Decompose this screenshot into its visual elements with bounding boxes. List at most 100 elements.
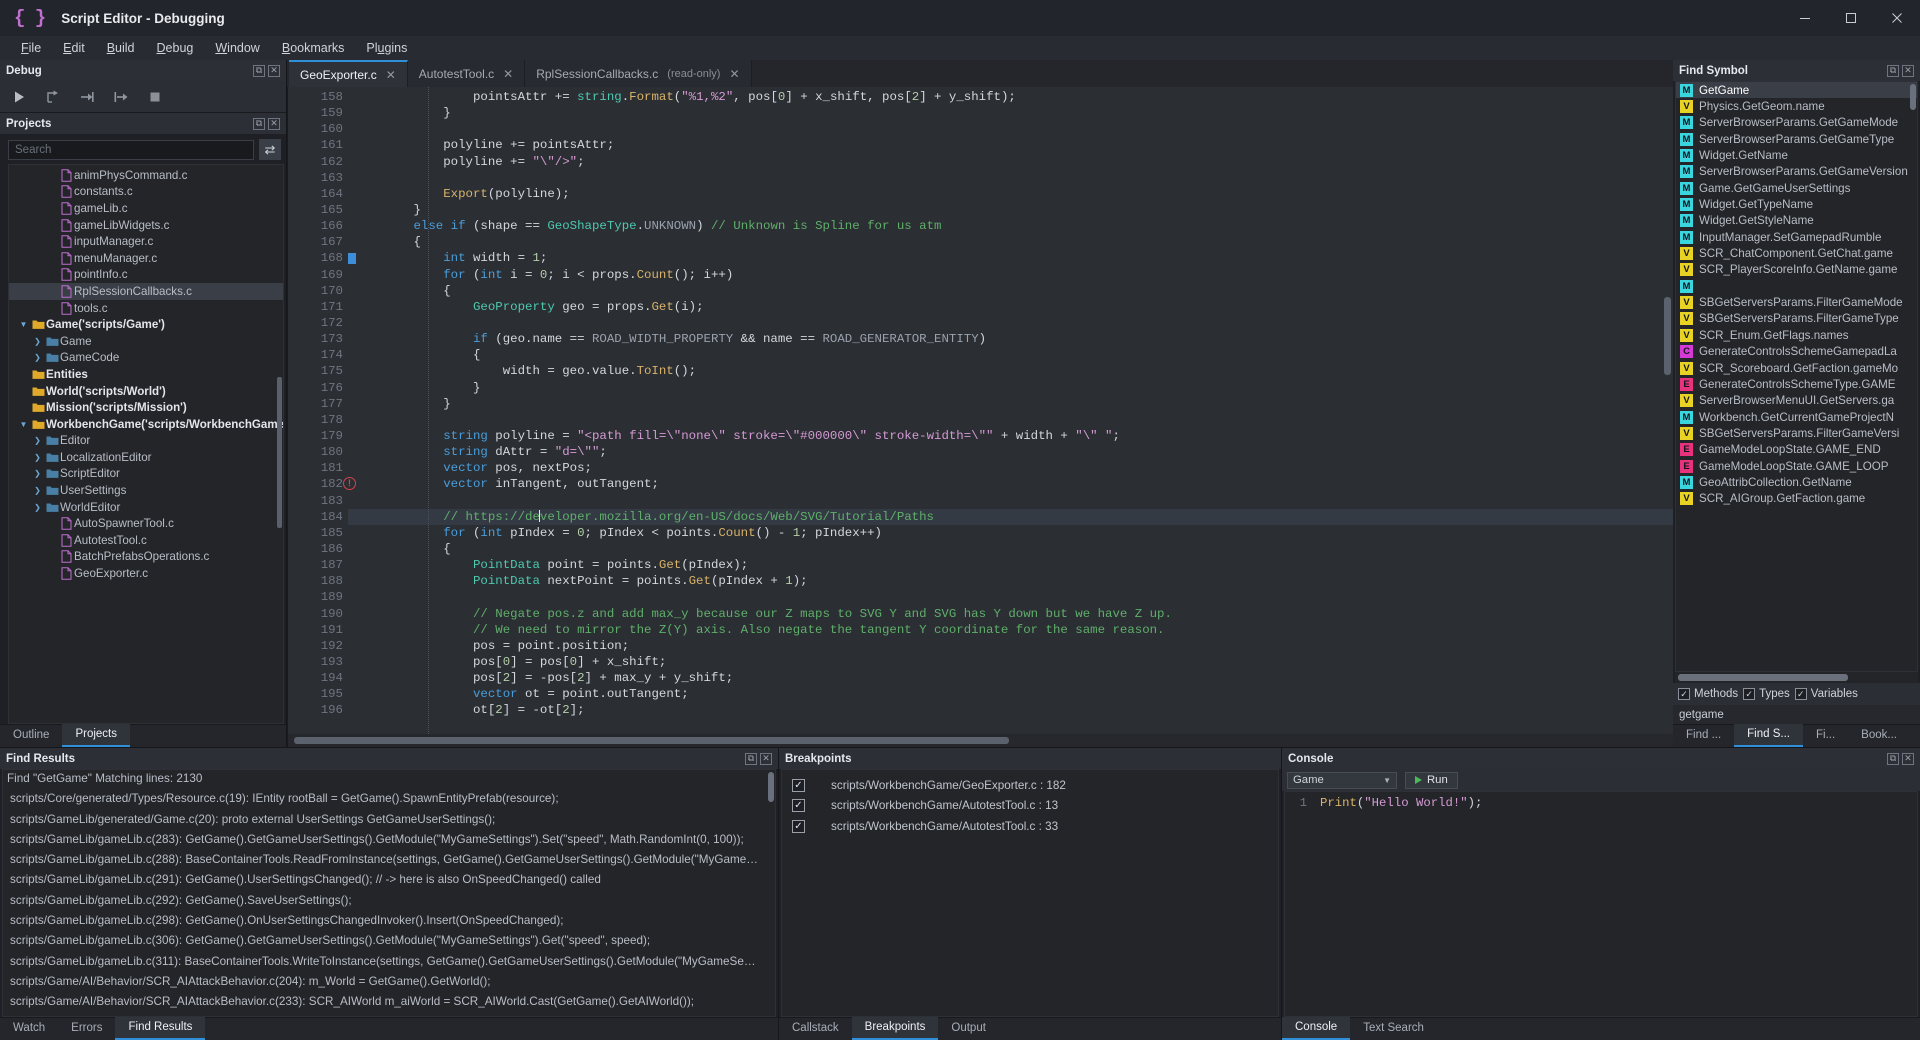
code-line[interactable]: } [348, 105, 1673, 121]
tree-item[interactable]: constants.c [9, 184, 283, 201]
code-line[interactable]: polyline += "\"/>"; [348, 154, 1673, 170]
console-target-select[interactable]: Game ▼ [1287, 772, 1397, 789]
tab-breakpoints[interactable]: Breakpoints [852, 1017, 939, 1040]
close-button[interactable] [1874, 0, 1920, 36]
find-result-row[interactable]: scripts/GameLib/gameLib.c(292): GetGame(… [3, 894, 775, 914]
tree-item[interactable]: ❯UserSettings [9, 482, 283, 499]
code-line[interactable]: vector ot = point.outTangent; [348, 686, 1673, 702]
menu-edit[interactable]: Edit [52, 39, 96, 57]
code-line[interactable] [348, 589, 1673, 605]
step-into-icon[interactable] [76, 86, 98, 108]
symbol-item[interactable]: MWidget.GetName [1676, 147, 1917, 163]
twisty-icon[interactable]: ▼ [17, 320, 30, 329]
tab-find-symbol[interactable]: Find S... [1734, 724, 1803, 747]
tree-item[interactable]: World('scripts/World') [9, 383, 283, 400]
tree-scrollbar[interactable] [277, 377, 282, 528]
tree-item[interactable]: ❯ScriptEditor [9, 466, 283, 483]
find-result-row[interactable]: scripts/Game/AI/Behavior/SCR_AIAttackBeh… [3, 975, 775, 995]
checkbox-icon[interactable]: ✓ [1795, 688, 1807, 700]
code-line[interactable]: for (int pIndex = 0; pIndex < points.Cou… [348, 525, 1673, 541]
symbol-item[interactable]: EGameModeLoopState.GAME_LOOP [1676, 458, 1917, 474]
tree-item[interactable]: gameLibWidgets.c [9, 217, 283, 234]
code-line[interactable]: Export(polyline); [348, 186, 1673, 202]
code-line[interactable]: { [348, 347, 1673, 363]
find-results-list[interactable]: Find "GetGame" Matching lines: 2130 scri… [2, 769, 776, 1017]
close-icon[interactable]: ✕ [503, 67, 513, 81]
code-line[interactable]: pos[2] = -pos[2] + max_y + y_shift; [348, 670, 1673, 686]
breakpoint-gutter[interactable] [288, 87, 301, 734]
code-area[interactable]: 1581591601611621631641651661671681691701… [301, 87, 1673, 734]
step-out-icon[interactable] [110, 86, 132, 108]
symbol-item[interactable]: MGeoAttribCollection.GetName [1676, 474, 1917, 490]
symbol-item[interactable]: MWorkbench.GetCurrentGameProjectN [1676, 409, 1917, 425]
breakpoint-row[interactable]: ✓scripts/WorkbenchGame/AutotestTool.c : … [782, 796, 1278, 817]
code-line[interactable] [348, 315, 1673, 331]
tab-watch[interactable]: Watch [0, 1017, 58, 1040]
find-result-row[interactable]: scripts/GameLib/gameLib.c(291): GetGame(… [3, 873, 775, 893]
symbol-item[interactable]: M [1676, 278, 1917, 294]
code-line[interactable]: string polyline = "<path fill=\"none\" s… [348, 428, 1673, 444]
tree-item[interactable]: tools.c [9, 300, 283, 317]
find-result-row[interactable]: scripts/GameLib/gameLib.c(298): GetGame(… [3, 914, 775, 934]
editor-horizontal-scrollbar[interactable] [294, 737, 1009, 744]
symbol-item[interactable]: VSCR_Enum.GetFlags.names [1676, 327, 1917, 343]
tree-item[interactable]: GeoExporter.c [9, 565, 283, 582]
find-result-row[interactable]: scripts/Game/AI/Behavior/SCR_AIAttackBeh… [3, 1016, 775, 1017]
find-result-row[interactable]: scripts/GameLib/gameLib.c(288): BaseCont… [3, 853, 775, 873]
swap-icon[interactable]: ⇄ [259, 139, 281, 160]
tab-projects[interactable]: Projects [62, 724, 130, 747]
twisty-icon[interactable]: ❯ [31, 486, 44, 495]
tree-item[interactable]: ❯GameCode [9, 350, 283, 367]
code-line[interactable]: // We need to mirror the Z(Y) axis. Also… [348, 622, 1673, 638]
symbol-item[interactable]: VSCR_PlayerScoreInfo.GetName.game [1676, 262, 1917, 278]
tree-item[interactable]: Mission('scripts/Mission') [9, 399, 283, 416]
filter-methods[interactable]: ✓ Methods [1678, 688, 1738, 700]
breakpoints-list[interactable]: ✓scripts/WorkbenchGame/GeoExporter.c : 1… [781, 769, 1279, 1017]
symbol-item[interactable]: VServerBrowserMenuUI.GetServers.ga [1676, 393, 1917, 409]
find-results-scrollbar[interactable] [768, 772, 774, 802]
close-icon[interactable]: ✕ [760, 753, 772, 765]
find-result-row[interactable]: scripts/GameLib/gameLib.c(306): GetGame(… [3, 934, 775, 954]
code-line[interactable]: PointData nextPoint = points.Get(pIndex … [348, 573, 1673, 589]
run-button[interactable]: Run [1405, 772, 1458, 789]
symbol-item[interactable]: MWidget.GetStyleName [1676, 213, 1917, 229]
code-line[interactable]: pos = point.position; [348, 638, 1673, 654]
code-line[interactable]: vector inTangent, outTangent; [348, 476, 1673, 492]
float-icon[interactable]: ⧉ [745, 753, 757, 765]
symbol-item[interactable]: VSCR_AIGroup.GetFaction.game [1676, 491, 1917, 507]
symbol-item[interactable]: EGameModeLoopState.GAME_END [1676, 442, 1917, 458]
tree-item[interactable]: ❯Game [9, 333, 283, 350]
project-tree[interactable]: animPhysCommand.cconstants.cgameLib.cgam… [8, 164, 284, 724]
menu-plugins[interactable]: Plugins [355, 39, 418, 57]
code-line[interactable]: { [348, 283, 1673, 299]
symbol-list-vertical-scrollbar[interactable] [1910, 84, 1916, 110]
code-editor[interactable]: 1581591601611621631641651661671681691701… [287, 87, 1673, 734]
twisty-icon[interactable]: ❯ [31, 503, 44, 512]
code-line[interactable]: // Negate pos.z and add max_y because ou… [348, 606, 1673, 622]
console-code-line[interactable]: Print("Hello World!"); [1320, 796, 1917, 810]
menu-build[interactable]: Build [96, 39, 146, 57]
tab-callstack[interactable]: Callstack [779, 1017, 852, 1040]
symbol-item[interactable]: VSCR_Scoreboard.GetFaction.gameMo [1676, 360, 1917, 376]
twisty-icon[interactable]: ❯ [31, 469, 44, 478]
symbol-list-horizontal-scrollbar[interactable] [1678, 674, 1848, 681]
tree-item[interactable]: ▼Game('scripts/Game') [9, 316, 283, 333]
tab-files[interactable]: Fi... [1803, 724, 1848, 747]
menu-debug[interactable]: Debug [146, 39, 205, 57]
console-editor[interactable]: 1 Print("Hello World!"); [1284, 791, 1918, 1017]
breakpoint-row[interactable]: ✓scripts/WorkbenchGame/AutotestTool.c : … [782, 816, 1278, 837]
code-line[interactable]: pos[0] = pos[0] + x_shift; [348, 654, 1673, 670]
menu-window[interactable]: Window [204, 39, 270, 57]
float-icon[interactable]: ⧉ [1887, 753, 1899, 765]
code-line[interactable]: pointsAttr += string.Format("%1,%2", pos… [348, 89, 1673, 105]
checkbox-icon[interactable]: ✓ [1678, 688, 1690, 700]
stop-icon[interactable] [144, 86, 166, 108]
symbol-item[interactable]: MInputManager.SetGamepadRumble [1676, 229, 1917, 245]
symbol-query-input[interactable]: getgame [1673, 705, 1920, 724]
symbol-item[interactable]: MGetGame [1676, 82, 1917, 98]
filter-variables[interactable]: ✓ Variables [1795, 688, 1858, 700]
float-icon[interactable]: ⧉ [253, 118, 265, 130]
minimize-button[interactable] [1782, 0, 1828, 36]
find-result-row[interactable]: scripts/GameLib/generated/Game.c(20): pr… [3, 813, 775, 833]
symbol-list-horizontal-scrollbar-track[interactable] [1675, 672, 1918, 683]
